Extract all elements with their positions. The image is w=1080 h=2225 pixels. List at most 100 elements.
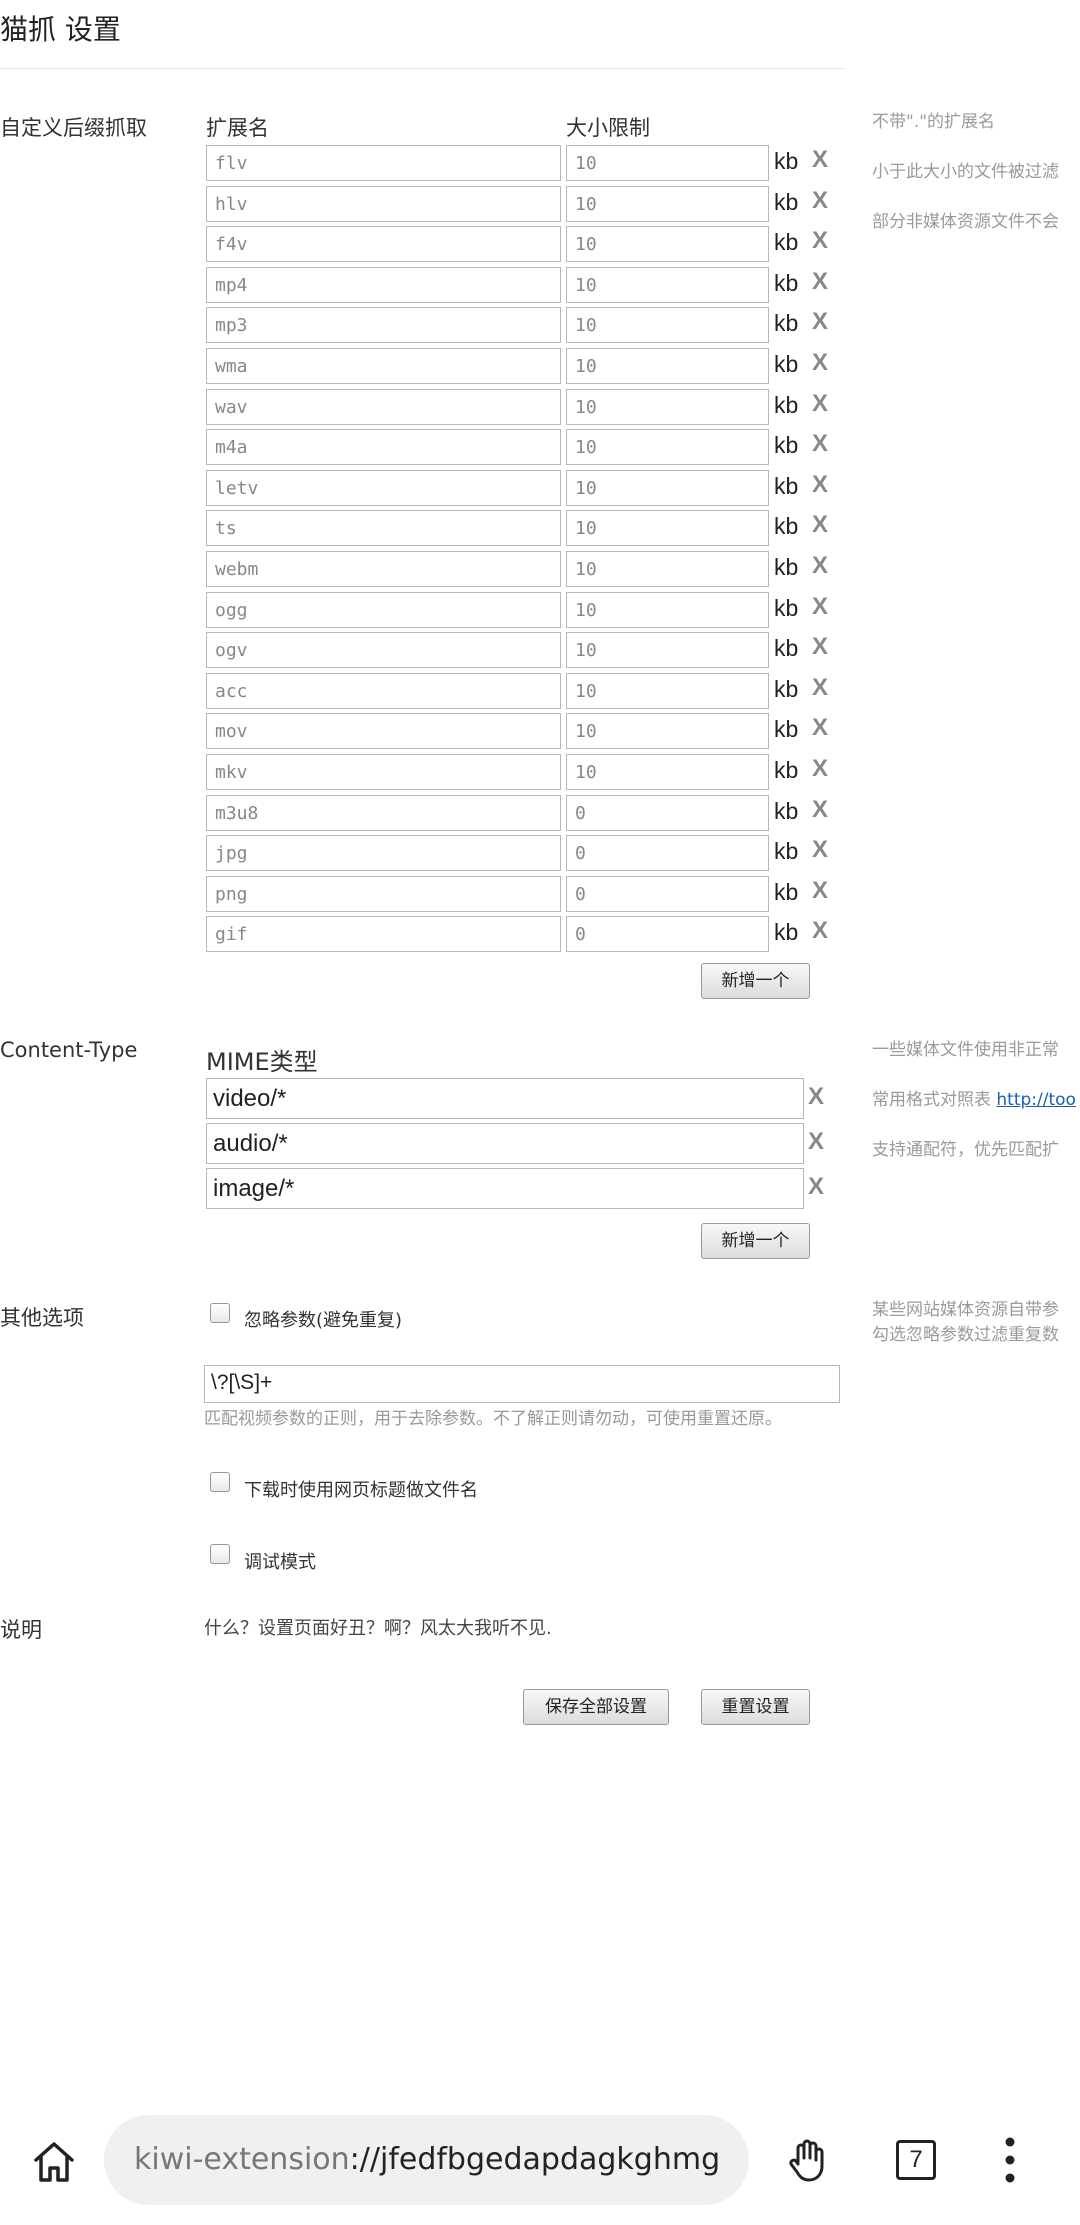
param-regex-input[interactable]: \?[\S]+ bbox=[204, 1365, 840, 1403]
delete-extension-button[interactable]: X bbox=[812, 917, 828, 945]
size-unit-label: kb bbox=[774, 595, 799, 621]
delete-extension-button[interactable]: X bbox=[812, 674, 828, 702]
wildcard-hint: 支持通配符，优先匹配扩 bbox=[872, 1140, 1059, 1160]
delete-extension-button[interactable]: X bbox=[812, 511, 828, 539]
delete-extension-button[interactable]: X bbox=[812, 227, 828, 255]
extension-input[interactable]: mkv bbox=[206, 754, 561, 790]
delete-extension-button[interactable]: X bbox=[812, 390, 828, 418]
delete-extension-button[interactable]: X bbox=[812, 430, 828, 458]
size-limit-input[interactable]: 0 bbox=[566, 916, 769, 952]
extension-input[interactable]: hlv bbox=[206, 186, 561, 222]
mime-input[interactable]: video/* bbox=[206, 1078, 804, 1119]
extension-input[interactable]: acc bbox=[206, 673, 561, 709]
extensions-section-label: 自定义后缀抓取 bbox=[0, 116, 147, 140]
size-limit-input[interactable]: 10 bbox=[566, 754, 769, 790]
delete-extension-button[interactable]: X bbox=[812, 836, 828, 864]
size-limit-input[interactable]: 10 bbox=[566, 713, 769, 749]
description-section-label: 说明 bbox=[0, 1618, 42, 1642]
extension-input[interactable]: mp3 bbox=[206, 307, 561, 343]
delete-extension-button[interactable]: X bbox=[812, 471, 828, 499]
hand-icon[interactable] bbox=[786, 2136, 832, 2184]
size-limit-input[interactable]: 0 bbox=[566, 835, 769, 871]
size-unit-label: kb bbox=[774, 432, 799, 458]
extension-input[interactable]: ogg bbox=[206, 592, 561, 628]
debug-mode-checkbox[interactable] bbox=[210, 1544, 230, 1564]
size-limit-input[interactable]: 10 bbox=[566, 145, 769, 181]
extension-input[interactable]: ts bbox=[206, 510, 561, 546]
size-limit-input[interactable]: 10 bbox=[566, 267, 769, 303]
size-limit-input[interactable]: 10 bbox=[566, 592, 769, 628]
reset-button[interactable]: 重置设置 bbox=[701, 1689, 810, 1725]
delete-extension-button[interactable]: X bbox=[812, 593, 828, 621]
extension-input[interactable]: mp4 bbox=[206, 267, 561, 303]
title-divider bbox=[0, 68, 845, 69]
ignore-params-hint-1: 某些网站媒体资源自带参 bbox=[872, 1300, 1059, 1320]
url-path: ://jfedfbgedapdagkghmg bbox=[349, 2142, 721, 2177]
ignore-params-checkbox[interactable] bbox=[210, 1303, 230, 1323]
debug-mode-label: 调试模式 bbox=[244, 1552, 316, 1573]
save-all-button[interactable]: 保存全部设置 bbox=[523, 1689, 669, 1725]
delete-extension-button[interactable]: X bbox=[812, 349, 828, 377]
delete-extension-button[interactable]: X bbox=[812, 268, 828, 296]
extension-input[interactable]: m4a bbox=[206, 429, 561, 465]
size-limit-input[interactable]: 10 bbox=[566, 510, 769, 546]
tab-switcher-icon[interactable]: 7 bbox=[896, 2140, 936, 2180]
delete-extension-button[interactable]: X bbox=[812, 755, 828, 783]
more-menu-icon[interactable] bbox=[1000, 2136, 1020, 2184]
size-limit-input[interactable]: 10 bbox=[566, 389, 769, 425]
size-unit-label: kb bbox=[774, 270, 799, 296]
delete-extension-button[interactable]: X bbox=[812, 552, 828, 580]
extension-input[interactable]: png bbox=[206, 876, 561, 912]
size-unit-label: kb bbox=[774, 635, 799, 661]
delete-mime-button[interactable]: X bbox=[808, 1128, 824, 1156]
delete-extension-button[interactable]: X bbox=[812, 714, 828, 742]
delete-extension-button[interactable]: X bbox=[812, 308, 828, 336]
size-limit-input[interactable]: 10 bbox=[566, 673, 769, 709]
format-table-link[interactable]: http://too bbox=[996, 1090, 1076, 1110]
size-hint: 小于此大小的文件被过滤 bbox=[872, 162, 1059, 182]
url-bar[interactable]: kiwi-extension://jfedfbgedapdagkghmg bbox=[104, 2115, 749, 2205]
ignore-params-label: 忽略参数(避免重复) bbox=[244, 1310, 403, 1331]
extension-input[interactable]: letv bbox=[206, 470, 561, 506]
size-limit-input[interactable]: 10 bbox=[566, 429, 769, 465]
extension-input[interactable]: m3u8 bbox=[206, 795, 561, 831]
delete-extension-button[interactable]: X bbox=[812, 633, 828, 661]
param-regex-help: 匹配视频参数的正则，用于去除参数。不了解正则请勿动，可使用重置还原。 bbox=[204, 1409, 782, 1429]
add-extension-button[interactable]: 新增一个 bbox=[701, 963, 810, 999]
delete-extension-button[interactable]: X bbox=[812, 877, 828, 905]
size-unit-label: kb bbox=[774, 229, 799, 255]
add-mime-button[interactable]: 新增一个 bbox=[701, 1223, 810, 1259]
size-limit-input[interactable]: 10 bbox=[566, 226, 769, 262]
size-limit-input[interactable]: 10 bbox=[566, 307, 769, 343]
delete-extension-button[interactable]: X bbox=[812, 187, 828, 215]
extension-input[interactable]: wav bbox=[206, 389, 561, 425]
mime-input[interactable]: image/* bbox=[206, 1168, 804, 1209]
extension-input[interactable]: gif bbox=[206, 916, 561, 952]
extension-input[interactable]: ogv bbox=[206, 632, 561, 668]
extension-input[interactable]: wma bbox=[206, 348, 561, 384]
size-limit-input[interactable]: 10 bbox=[566, 348, 769, 384]
size-limit-input[interactable]: 0 bbox=[566, 876, 769, 912]
delete-extension-button[interactable]: X bbox=[812, 796, 828, 824]
delete-mime-button[interactable]: X bbox=[808, 1083, 824, 1111]
size-limit-input[interactable]: 10 bbox=[566, 186, 769, 222]
size-unit-label: kb bbox=[774, 189, 799, 215]
mime-input[interactable]: audio/* bbox=[206, 1123, 804, 1164]
extension-input[interactable]: webm bbox=[206, 551, 561, 587]
extension-input[interactable]: mov bbox=[206, 713, 561, 749]
extension-input[interactable]: f4v bbox=[206, 226, 561, 262]
delete-mime-button[interactable]: X bbox=[808, 1173, 824, 1201]
title-as-filename-checkbox[interactable] bbox=[210, 1472, 230, 1492]
size-limit-input[interactable]: 10 bbox=[566, 632, 769, 668]
size-column-header: 大小限制 bbox=[566, 116, 650, 140]
extension-hint: 不带"."的扩展名 bbox=[872, 112, 996, 132]
content-type-hint: 一些媒体文件使用非正常 bbox=[872, 1040, 1059, 1060]
delete-extension-button[interactable]: X bbox=[812, 146, 828, 174]
size-limit-input[interactable]: 10 bbox=[566, 551, 769, 587]
size-limit-input[interactable]: 10 bbox=[566, 470, 769, 506]
page-title: 猫抓 设置 bbox=[0, 13, 121, 46]
extension-input[interactable]: jpg bbox=[206, 835, 561, 871]
home-icon[interactable] bbox=[30, 2138, 78, 2186]
extension-input[interactable]: flv bbox=[206, 145, 561, 181]
size-limit-input[interactable]: 0 bbox=[566, 795, 769, 831]
